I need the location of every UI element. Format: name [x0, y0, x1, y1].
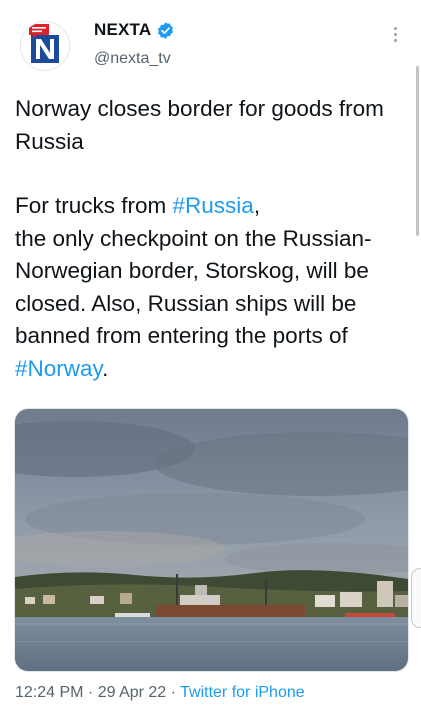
- harbor-photo: [15, 409, 408, 671]
- tweet-photo[interactable]: [14, 408, 409, 672]
- tweet-time[interactable]: 12:24 PM: [15, 684, 83, 701]
- tweet-header: NEXTA @nexta_tv: [0, 0, 421, 90]
- tweet-body-part: ,: [253, 193, 261, 218]
- tweet-meta: 12:24 PM · 29 Apr 22 · Twitter for iPhon…: [15, 684, 305, 702]
- hashtag-norway-link[interactable]: #Norway: [15, 356, 102, 381]
- more-vertical-icon[interactable]: [385, 22, 405, 46]
- tweet-body-part: the only checkpoint on the Russian-Norwe…: [15, 225, 372, 349]
- meta-separator: ·: [83, 684, 98, 701]
- tweet-body-part: For trucks from: [15, 193, 173, 218]
- scrollbar[interactable]: [416, 66, 419, 236]
- side-handle[interactable]: [411, 568, 421, 628]
- hashtag-russia-link[interactable]: #Russia: [173, 193, 254, 218]
- avatar[interactable]: [20, 21, 70, 71]
- tweet-text: Norway closes border for goods from Russ…: [15, 93, 413, 385]
- tweet-body: For trucks from #Russia, the only checkpo…: [15, 190, 413, 385]
- verified-badge-icon: [156, 21, 175, 40]
- account-handle[interactable]: @nexta_tv: [94, 50, 171, 68]
- nexta-logo: [21, 22, 69, 70]
- tweet-body-part: .: [102, 355, 109, 381]
- account-name-row[interactable]: NEXTA: [94, 20, 175, 40]
- tweet-date[interactable]: 29 Apr 22: [98, 684, 167, 701]
- meta-separator: ·: [166, 684, 181, 701]
- account-name[interactable]: NEXTA: [94, 20, 151, 40]
- tweet-headline: Norway closes border for goods from Russ…: [15, 96, 384, 154]
- tweet-source-link[interactable]: Twitter for iPhone: [180, 684, 305, 701]
